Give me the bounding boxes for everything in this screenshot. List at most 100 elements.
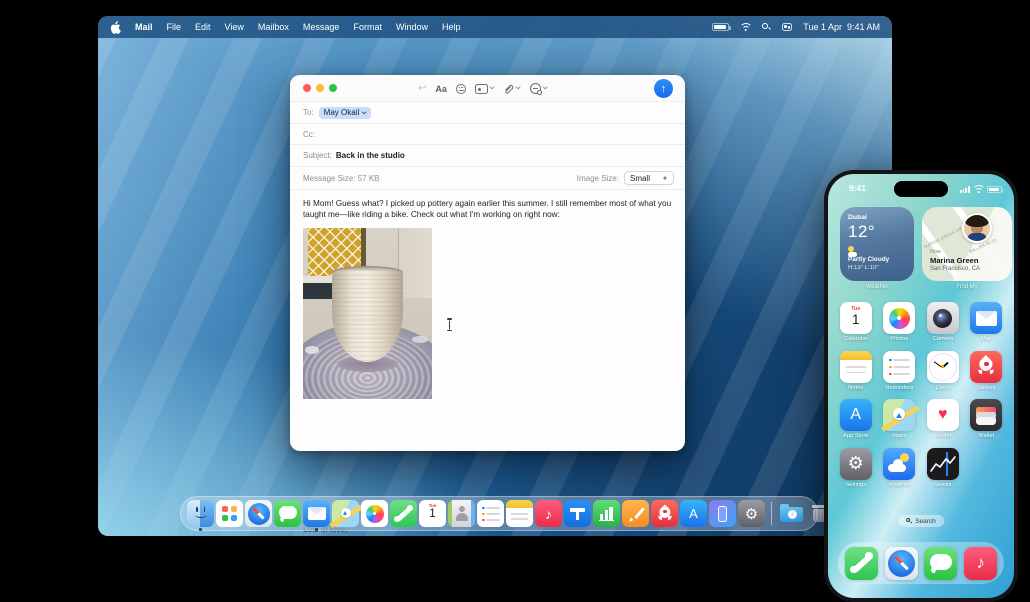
cellular-signal-icon [960, 186, 970, 193]
recipient-pill[interactable]: May Okail [318, 106, 371, 119]
emoji-button[interactable] [455, 83, 466, 94]
home-search-button[interactable]: Search [898, 515, 944, 527]
dock-notes[interactable] [506, 500, 533, 527]
dock-keynote[interactable] [564, 500, 591, 527]
download-arrow-icon: ↓ [787, 509, 797, 519]
dock-games[interactable] [651, 500, 678, 527]
insert-options-button[interactable] [529, 83, 548, 95]
dock-maps[interactable] [329, 500, 363, 528]
health-app-icon: ♥ [926, 399, 959, 431]
iphone-dock-phone[interactable] [844, 546, 878, 580]
music-note-icon: ♪ [545, 505, 552, 522]
app-reminders[interactable]: Reminders [879, 350, 919, 391]
dock-app-store[interactable]: A [680, 500, 707, 527]
findmy-widget-label: Find My [956, 284, 978, 290]
dock-iphone-mirroring[interactable] [709, 500, 736, 527]
dock-numbers[interactable] [593, 500, 620, 527]
to-field[interactable]: To: May Okail [290, 102, 685, 124]
dock-finder[interactable] [187, 500, 214, 531]
menu-help[interactable]: Help [442, 22, 461, 32]
clock-app-icon [926, 350, 959, 383]
search-icon [906, 518, 913, 524]
menu-view[interactable]: View [225, 22, 244, 32]
weather-widget[interactable]: Dubai 12° Partly Cloudy H:13° L:10° [840, 207, 914, 281]
app-games[interactable]: Games [966, 350, 1006, 391]
menu-file[interactable]: File [167, 22, 182, 32]
body-paragraph: Hi Mom! Guess what? I picked up pottery … [303, 199, 672, 220]
compose-toolbar-icons: ↩ Aa [418, 75, 548, 102]
undo-button[interactable]: ↩ [418, 83, 426, 94]
menu-bar-clock[interactable]: Tue 1 Apr 9:41 AM [803, 22, 880, 32]
dock-pages[interactable] [622, 500, 649, 527]
app-clock[interactable]: Clock [923, 350, 963, 391]
mac-desktop: Mail File Edit View Mailbox Message Form… [98, 16, 892, 536]
wifi-icon[interactable] [740, 22, 752, 32]
menu-edit[interactable]: Edit [195, 22, 211, 32]
dock-contacts[interactable] [448, 500, 475, 527]
partly-cloudy-icon [848, 246, 860, 257]
iphone-dock-safari[interactable] [884, 546, 918, 580]
photo-browser-icon [474, 83, 488, 94]
dock-mail[interactable] [303, 500, 330, 531]
menu-mailbox[interactable]: Mailbox [258, 22, 289, 32]
menu-message[interactable]: Message [303, 22, 340, 32]
attach-button[interactable] [503, 83, 522, 94]
apple-menu-icon[interactable] [110, 20, 121, 34]
photo-browser-button[interactable] [474, 83, 495, 94]
app-health[interactable]: ♥ Health [923, 399, 963, 439]
dock-calendar[interactable]: Tue 1 [419, 500, 446, 527]
dock-safari[interactable] [245, 500, 272, 527]
message-body[interactable]: Hi Mom! Guess what? I picked up pottery … [290, 190, 685, 536]
app-weather[interactable]: Weather [879, 447, 919, 488]
weather-app-icon [883, 447, 916, 480]
dock-music[interactable]: ♪ [535, 500, 562, 527]
iphone-device: 9:41 Dubai 12° Partly Cloudy H:13° L:10°… [824, 170, 1018, 602]
dock-divider [771, 502, 772, 525]
dock-apps[interactable] [216, 500, 243, 527]
dock-messages[interactable] [274, 500, 301, 527]
iphone-dock: ♪ [838, 542, 1004, 584]
spotlight-search-icon[interactable] [762, 22, 772, 32]
send-button[interactable]: ↑ [654, 79, 673, 98]
mail-compose-window: ↩ Aa ↑ To: May Okail Cc: Subject: Back i… [290, 75, 685, 536]
battery-icon[interactable] [712, 23, 731, 31]
app-maps[interactable]: Maps [879, 399, 920, 439]
menu-app-name[interactable]: Mail [135, 22, 153, 32]
dock-downloads[interactable]: ↓ [778, 500, 805, 527]
menu-format[interactable]: Format [353, 22, 382, 32]
maps-app-icon [881, 399, 920, 432]
app-mail[interactable]: Mail [966, 302, 1006, 342]
pottery-photo-attachment[interactable] [303, 227, 432, 399]
app-notes[interactable]: Notes [836, 350, 876, 391]
dock-system-settings[interactable]: ⚙ [738, 500, 765, 527]
iphone-dock-music[interactable]: ♪ [964, 546, 998, 580]
dock-photos[interactable] [361, 500, 388, 527]
control-center-icon[interactable] [782, 23, 793, 31]
app-wallet[interactable]: Wallet [966, 399, 1006, 439]
minimize-button[interactable] [316, 84, 324, 92]
map-street-label: MARINA GREEN DR [923, 225, 963, 250]
weather-condition: Partly Cloudy [848, 256, 890, 263]
close-button[interactable] [303, 84, 311, 92]
format-button[interactable]: Aa [435, 84, 447, 94]
image-size-select[interactable]: Small [623, 171, 674, 185]
find-my-widget[interactable]: MARINA GREEN DR MARINA BLVD Now Marina G… [922, 207, 1012, 281]
zoom-button[interactable] [329, 84, 337, 92]
subject-field[interactable]: Subject: Back in the studio [290, 145, 685, 167]
dock-phone[interactable] [390, 500, 417, 527]
calendar-app-icon: Tue 1 [839, 302, 872, 334]
app-photos[interactable]: Photos [879, 302, 919, 342]
app-app-store[interactable]: A App Store [836, 399, 876, 439]
app-settings[interactable]: ⚙ Settings [836, 447, 876, 488]
dock-reminders[interactable] [477, 500, 504, 527]
cc-field[interactable]: Cc: [290, 124, 685, 145]
camera-app-icon [926, 302, 959, 334]
message-meta-row: Message Size: 57 KB Image Size: Small [290, 167, 685, 190]
app-stocks[interactable]: Stocks [923, 447, 963, 488]
heart-icon: ♥ [310, 535, 315, 536]
menu-window[interactable]: Window [396, 22, 428, 32]
app-camera[interactable]: Camera [923, 302, 963, 342]
stepper-icon [662, 174, 668, 182]
app-calendar[interactable]: Tue 1 Calendar [836, 302, 876, 342]
iphone-dock-messages[interactable] [924, 546, 958, 580]
